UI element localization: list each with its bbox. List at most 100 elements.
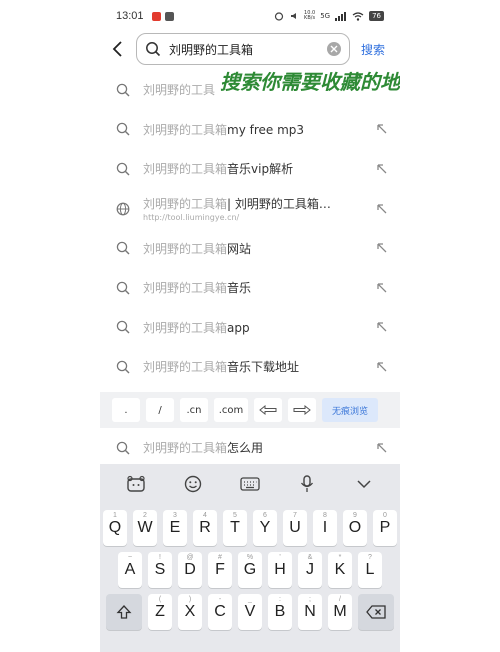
url-key-slash[interactable]: / [146,398,174,422]
key-r[interactable]: 4R [193,510,217,546]
key-l[interactable]: ? L [358,552,382,588]
search-icon [116,162,130,176]
suggestion-text: 刘明野的工具箱怎么用 [143,441,264,456]
search-icon [116,320,130,334]
search-icon [116,83,130,97]
arrow-left-icon [259,405,277,415]
key-h[interactable]: ' H [268,552,292,588]
search-box[interactable] [136,33,350,65]
backspace-icon [366,605,386,619]
phone-screen: 13:01 10.0 KB/s 5G 76 搜索 搜索你需要收藏的地址 [100,0,400,652]
key-p[interactable]: 0P [373,510,397,546]
microphone-icon [300,475,313,492]
suggestion-item-website[interactable]: 刘明野的工具箱| 刘明野的工具箱… http://tool.liumingye.… [100,189,400,229]
search-icon [116,122,130,136]
close-icon [330,45,338,53]
key-o[interactable]: 9O [343,510,367,546]
url-key-cn[interactable]: .cn [180,398,208,422]
key-m[interactable]: / M [328,594,352,630]
suggestion-item[interactable]: 刘明野的工具箱网站 [100,229,400,269]
suggestion-list: 刘明野的工具 刘明野的工具箱my free mp3 刘明野的工具箱音乐vip解析… [100,70,400,387]
fill-arrow-icon[interactable] [376,203,388,215]
search-icon [116,281,130,295]
key-d[interactable]: @ D [178,552,202,588]
keyboard: 1Q 2W 3E 4R 5T 6Y 7U 8I 9O 0P ~ A ! S @ D #… [100,464,400,652]
shift-key[interactable] [106,594,142,630]
key-b[interactable]: :B [268,594,292,630]
signal-label: 5G [320,12,331,20]
key-row-3: (Z ) X -C _ V :B ; N / M [100,594,400,630]
alarm-icon [274,12,284,21]
incognito-button[interactable]: 无痕浏览 [322,398,378,422]
key-g[interactable]: % G [238,552,262,588]
search-icon [116,241,130,255]
url-key-com[interactable]: .com [214,398,248,422]
key-n[interactable]: ; N [298,594,322,630]
suggestion-item[interactable]: 刘明野的工具箱怎么用 [100,428,400,468]
fill-arrow-icon[interactable] [376,123,388,135]
key-q[interactable]: 1Q [103,510,127,546]
search-header: 搜索 [100,32,400,66]
shift-icon [116,605,132,619]
key-t[interactable]: 5T [223,510,247,546]
suggestion-item[interactable]: 刘明野的工具箱app [100,308,400,348]
mute-icon [291,13,297,19]
suggestion-text: 刘明野的工具箱音乐 [143,281,252,296]
keyboard-icon [240,477,260,491]
arrow-right-icon [293,405,311,415]
search-button[interactable]: 搜索 [361,41,385,58]
battery-icon: 76 [369,11,384,21]
key-y[interactable]: 6Y [253,510,277,546]
keyboard-logo-button[interactable] [124,472,148,496]
fill-arrow-icon[interactable] [376,163,388,175]
right-margin [400,0,500,652]
suggestion-text: 刘明野的工具箱app [143,320,250,335]
search-icon [116,441,130,455]
key-k[interactable]: * K [328,552,352,588]
key-z[interactable]: (Z [148,594,172,630]
net-speed: 10.0 KB/s [304,10,316,21]
notification-app-icon [151,11,161,21]
search-input[interactable] [169,42,327,56]
key-j[interactable]: & J [298,552,322,588]
fill-arrow-icon[interactable] [376,361,388,373]
emoji-button[interactable] [181,472,205,496]
status-bar: 13:01 10.0 KB/s 5G 76 [100,0,400,32]
keyboard-toolbar [100,464,400,504]
key-a[interactable]: ~ A [118,552,142,588]
suggestion-item[interactable]: 刘明野的工具箱音乐vip解析 [100,149,400,189]
suggestion-item[interactable]: 刘明野的工具箱my free mp3 [100,110,400,150]
key-row-1: 1Q 2W 3E 4R 5T 6Y 7U 8I 9O 0P [100,510,400,546]
keyboard-switch-button[interactable] [238,472,262,496]
key-c[interactable]: -C [208,594,232,630]
key-i[interactable]: 8I [313,510,337,546]
url-quick-bar: . / .cn .com 无痕浏览 [100,392,400,428]
cursor-left-button[interactable] [254,398,282,422]
globe-icon [116,202,130,216]
key-x[interactable]: ) X [178,594,202,630]
fill-arrow-icon[interactable] [376,282,388,294]
hide-keyboard-button[interactable] [352,472,376,496]
key-w[interactable]: 2W [133,510,157,546]
back-button[interactable] [106,37,130,61]
key-f[interactable]: # F [208,552,232,588]
key-e[interactable]: 3E [163,510,187,546]
notification-mail-icon [164,11,174,21]
fill-arrow-icon[interactable] [376,442,388,454]
search-icon [116,360,130,374]
key-u[interactable]: 7U [283,510,307,546]
clear-button[interactable] [327,42,341,56]
suggestion-url: http://tool.liumingye.cn/ [143,213,240,222]
key-row-2: ~ A ! S @ D # F % G ' H & J * K ? L [100,552,400,588]
emoji-icon [184,475,202,493]
suggestion-item[interactable]: 刘明野的工具箱音乐下载地址 [100,347,400,387]
suggestion-item[interactable]: 刘明野的工具箱音乐 [100,268,400,308]
fill-arrow-icon[interactable] [376,242,388,254]
url-key-dot[interactable]: . [112,398,140,422]
key-v[interactable]: _ V [238,594,262,630]
voice-button[interactable] [295,472,319,496]
backspace-key[interactable] [358,594,394,630]
cursor-right-button[interactable] [288,398,316,422]
fill-arrow-icon[interactable] [376,321,388,333]
key-s[interactable]: ! S [148,552,172,588]
